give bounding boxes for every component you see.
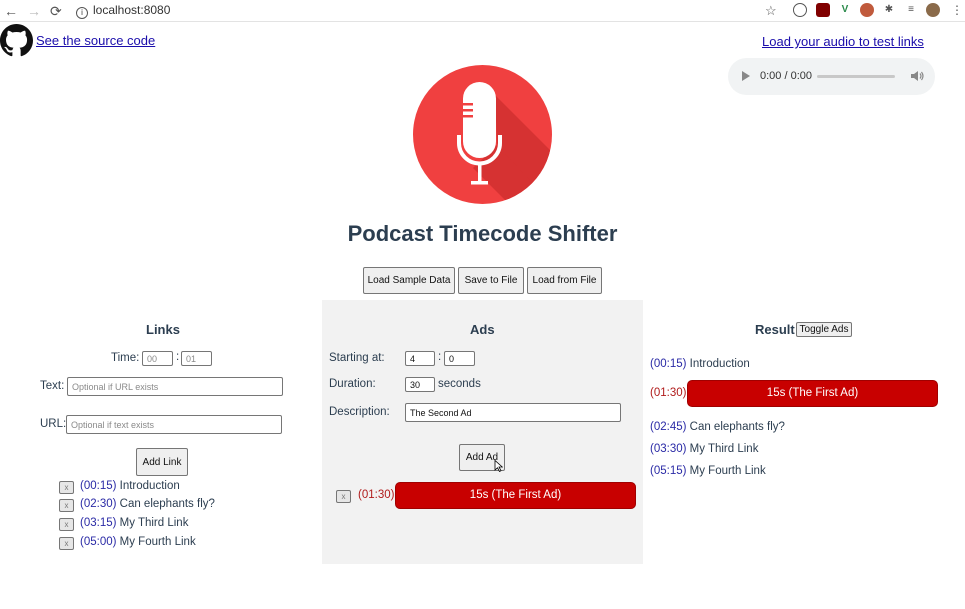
audio-time: 0:00 / 0:00 xyxy=(760,70,812,82)
link-title: Can elephants fly? xyxy=(119,498,215,510)
url-label: URL: xyxy=(40,418,67,430)
link-time-minutes-input[interactable] xyxy=(142,351,173,366)
save-to-file-button[interactable]: Save to File xyxy=(458,267,524,294)
github-icon[interactable] xyxy=(0,24,33,57)
ad-start-seconds-input[interactable] xyxy=(444,351,475,366)
duration-unit: seconds xyxy=(438,378,481,390)
mouse-cursor-icon xyxy=(494,460,503,472)
result-heading: Result xyxy=(755,322,795,337)
audio-progress-bar[interactable] xyxy=(817,75,895,78)
link-title: Introduction xyxy=(119,480,180,492)
remove-ad-button[interactable]: x xyxy=(336,490,351,503)
link-title: My Fourth Link xyxy=(119,536,196,548)
ad-description-input[interactable] xyxy=(405,403,621,422)
microphone-logo xyxy=(413,65,552,204)
result-title: Introduction xyxy=(689,358,750,370)
ad-duration-input[interactable] xyxy=(405,377,435,392)
remove-link-button[interactable]: x xyxy=(59,518,74,531)
link-title: My Third Link xyxy=(119,517,189,529)
list-item: (03:30) My Third Link xyxy=(650,443,758,455)
add-link-button[interactable]: Add Link xyxy=(136,448,188,476)
link-url-input[interactable] xyxy=(66,415,282,434)
remove-link-button[interactable]: x xyxy=(59,481,74,494)
links-heading: Links xyxy=(146,322,180,337)
starting-at-label: Starting at: xyxy=(329,352,385,364)
play-icon[interactable] xyxy=(742,71,750,81)
reload-icon[interactable]: ⟳ xyxy=(50,3,62,20)
page-title: Podcast Timecode Shifter xyxy=(347,221,618,246)
puzzle-icon[interactable]: ✱ xyxy=(882,3,896,17)
menu-icon[interactable]: ⋮ xyxy=(951,3,963,17)
load-sample-data-button[interactable]: Load Sample Data xyxy=(363,267,455,294)
browser-toolbar: ← → ⟳ i localhost:8080 ☆ V ✱ ≡ ⋮ xyxy=(0,0,965,22)
load-audio-link[interactable]: Load your audio to test links xyxy=(762,34,924,49)
ads-panel xyxy=(322,300,643,564)
list-item: (03:15) My Third Link xyxy=(80,517,188,529)
back-icon[interactable]: ← xyxy=(4,3,18,19)
remove-link-button[interactable]: x xyxy=(59,499,74,512)
ad-start-minutes-input[interactable] xyxy=(405,351,435,366)
result-timecode: (03:30) xyxy=(650,443,687,455)
time-label: Time: xyxy=(111,352,140,364)
list-item: (00:15) Introduction xyxy=(650,358,750,370)
source-code-link[interactable]: See the source code xyxy=(36,33,155,48)
ublock-icon[interactable] xyxy=(816,3,830,17)
link-timecode: (02:30) xyxy=(80,498,117,510)
vue-devtools-icon[interactable]: V xyxy=(838,3,852,17)
link-time-seconds-input[interactable] xyxy=(181,351,212,366)
link-timecode: (03:15) xyxy=(80,517,117,529)
result-timecode: (05:15) xyxy=(650,465,687,477)
list-item: (05:15) My Fourth Link xyxy=(650,465,766,477)
ad-timecode: (01:30) xyxy=(358,489,395,501)
load-from-file-button[interactable]: Load from File xyxy=(527,267,602,294)
ad-pill: 15s (The First Ad) xyxy=(395,482,636,509)
forward-icon[interactable]: → xyxy=(27,3,41,19)
remove-link-button[interactable]: x xyxy=(59,537,74,550)
link-timecode: (05:00) xyxy=(80,536,117,548)
time-separator: : xyxy=(438,351,442,363)
time-separator: : xyxy=(176,351,180,363)
extension-icon[interactable] xyxy=(793,3,807,17)
duration-label: Duration: xyxy=(329,378,376,390)
extension-icon[interactable] xyxy=(860,3,874,17)
list-item: (02:45) Can elephants fly? xyxy=(650,421,785,433)
ads-heading: Ads xyxy=(470,322,495,337)
result-title: My Fourth Link xyxy=(689,465,766,477)
link-timecode: (00:15) xyxy=(80,480,117,492)
result-timecode: (00:15) xyxy=(650,358,687,370)
audio-player[interactable]: 0:00 / 0:00 xyxy=(728,58,935,95)
result-title: Can elephants fly? xyxy=(689,421,785,433)
result-ad-pill: 15s (The First Ad) xyxy=(687,380,938,407)
list-item: (05:00) My Fourth Link xyxy=(80,536,196,548)
text-label: Text: xyxy=(40,380,65,392)
description-label: Description: xyxy=(329,406,390,418)
info-icon[interactable]: i xyxy=(76,7,88,19)
url-text: localhost:8080 xyxy=(93,3,171,17)
volume-icon[interactable] xyxy=(910,69,924,83)
result-timecode: (02:45) xyxy=(650,421,687,433)
reading-list-icon[interactable]: ≡ xyxy=(904,3,918,17)
avatar[interactable] xyxy=(926,3,940,17)
result-ad-timecode: (01:30) xyxy=(650,387,687,399)
list-item: (00:15) Introduction xyxy=(80,480,180,492)
toggle-ads-button[interactable]: Toggle Ads xyxy=(796,322,852,337)
list-item: (02:30) Can elephants fly? xyxy=(80,498,215,510)
bookmark-star-icon[interactable]: ☆ xyxy=(765,3,777,19)
link-text-input[interactable] xyxy=(67,377,283,396)
result-title: My Third Link xyxy=(689,443,759,455)
address-bar[interactable]: i localhost:8080 xyxy=(76,3,170,19)
